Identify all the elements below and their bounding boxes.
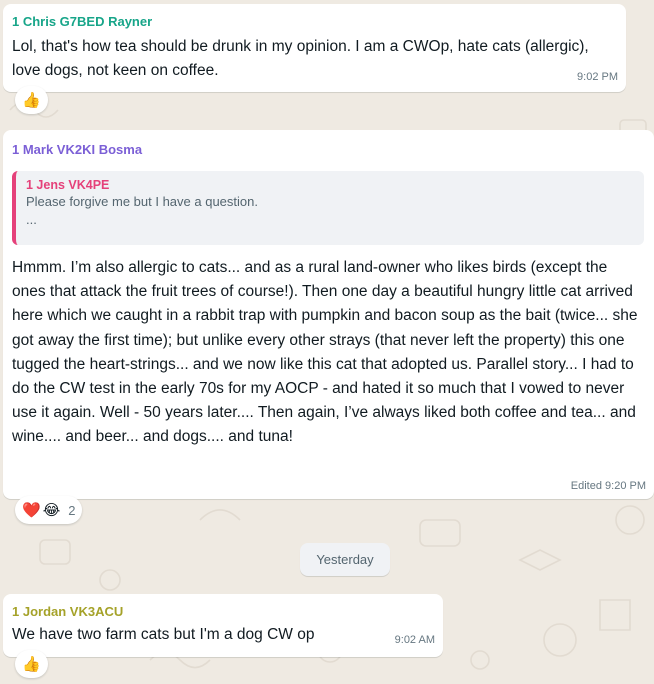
message-timestamp: 9:02 AM — [394, 634, 435, 646]
reaction-pill[interactable]: ❤️ 😂 2 — [15, 496, 83, 524]
laughing-face-icon: 😂 — [42, 502, 61, 519]
heart-icon: ❤️ — [22, 502, 41, 519]
thumbs-up-icon: 👍 — [22, 92, 41, 109]
date-divider: Yesterday — [300, 543, 390, 576]
message-sender[interactable]: 1 Mark VK2KI Bosma — [12, 142, 142, 158]
message-bubble-mark[interactable]: 1 Mark VK2KI Bosma 1 Jens VK4PE Please f… — [3, 130, 654, 499]
message-sender[interactable]: 1 Chris G7BED Rayner — [12, 14, 152, 30]
message-sender[interactable]: 1 Jordan VK3ACU — [12, 604, 123, 620]
message-text: Hmmm. I’m also allergic to cats... and a… — [12, 259, 638, 446]
reaction-pill[interactable]: 👍 — [15, 650, 48, 678]
reaction-count: 2 — [68, 502, 76, 518]
quoted-more: ... — [26, 212, 37, 227]
message-bubble-jordan[interactable]: 1 Jordan VK3ACU We have two farm cats bu… — [3, 594, 443, 657]
message-text: We have two farm cats but I'm a dog CW o… — [12, 626, 315, 643]
quoted-sender: 1 Jens VK4PE — [26, 178, 110, 192]
quoted-text: Please forgive me but I have a question. — [26, 194, 258, 209]
reaction-pill[interactable]: 👍 — [15, 86, 48, 114]
quoted-message[interactable]: 1 Jens VK4PE Please forgive me but I hav… — [12, 171, 644, 245]
message-timestamp: 9:02 PM — [577, 71, 618, 83]
message-timestamp: Edited 9:20 PM — [570, 480, 646, 492]
thumbs-up-icon: 👍 — [22, 656, 41, 673]
message-bubble-chris[interactable]: 1 Chris G7BED Rayner Lol, that's how tea… — [3, 4, 626, 92]
message-text: Lol, that's how tea should be drunk in m… — [12, 38, 589, 80]
